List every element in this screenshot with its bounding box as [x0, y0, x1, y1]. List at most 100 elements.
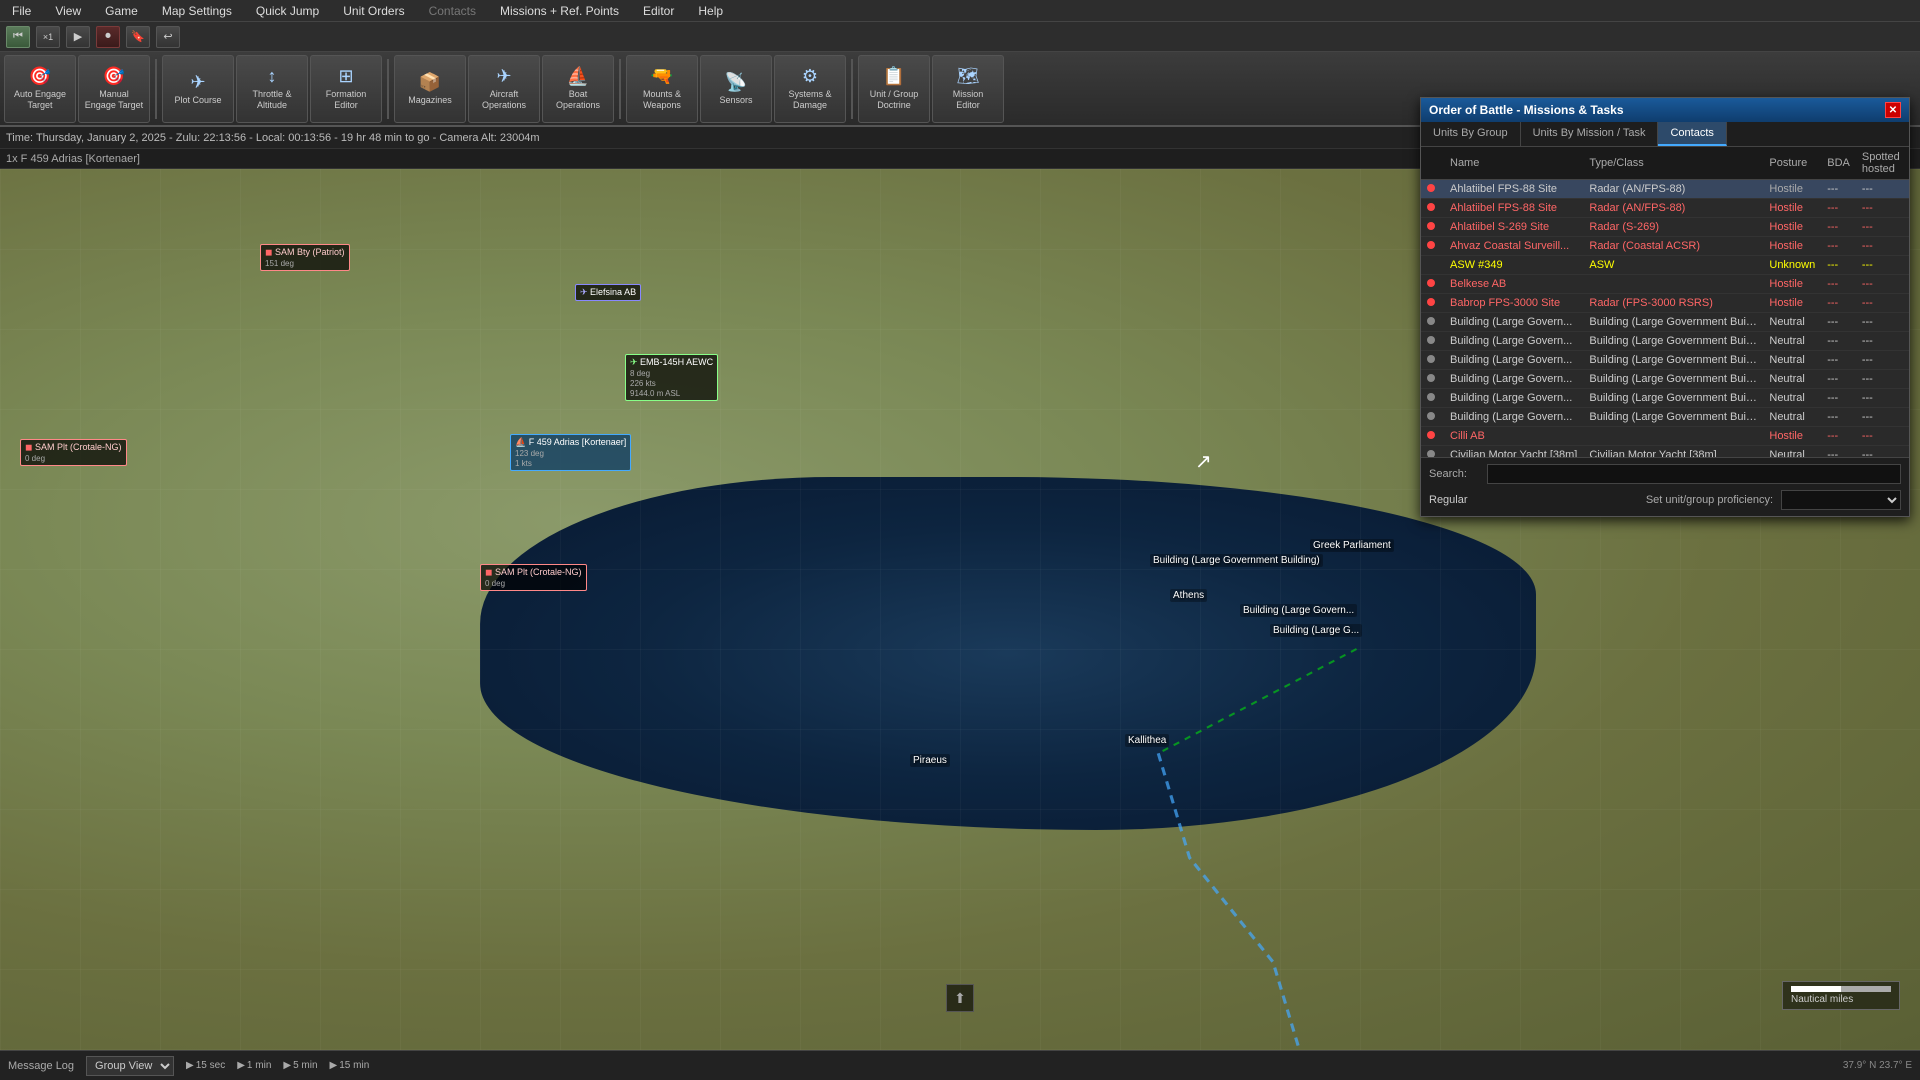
- row-name: Building (Large Govern...: [1444, 351, 1583, 370]
- row-type: Radar (FPS-3000 RSRS): [1583, 294, 1763, 313]
- formation-editor-button[interactable]: ⊞ FormationEditor: [310, 55, 382, 123]
- map-label-greek-parliament: Greek Parliament: [1310, 539, 1394, 552]
- record-button[interactable]: ⏺: [96, 26, 120, 48]
- menu-quick-jump[interactable]: Quick Jump: [252, 2, 323, 20]
- tab-contacts[interactable]: Contacts: [1658, 122, 1726, 146]
- unit-sam-crotale1[interactable]: ◼ SAM Plt (Crotale-NG) 0 deg: [20, 439, 127, 466]
- upload-button[interactable]: ⬆: [946, 984, 974, 1012]
- table-row[interactable]: ASW #349 ASW Unknown --- ---: [1421, 256, 1909, 275]
- proficiency-select[interactable]: Novice Regular Veteran Elite: [1781, 490, 1901, 510]
- auto-engage-button[interactable]: 🎯 Auto EngageTarget: [4, 55, 76, 123]
- row-indicator-cell: [1421, 256, 1444, 275]
- bottom-right: 37.9° N 23.7° E: [1843, 1060, 1912, 1071]
- unit-emb145[interactable]: ✈ EMB-145H AEWC 8 deg226 kts9144.0 m ASL: [625, 354, 718, 401]
- throttle-altitude-button[interactable]: ↕ Throttle &Altitude: [236, 55, 308, 123]
- systems-damage-button[interactable]: ⚙ Systems &Damage: [774, 55, 846, 123]
- table-row[interactable]: Ahvaz Coastal Surveill... Radar (Coastal…: [1421, 237, 1909, 256]
- row-posture: Hostile: [1763, 180, 1821, 199]
- table-row[interactable]: Belkese AB Hostile --- ---: [1421, 275, 1909, 294]
- table-row[interactable]: Ahlatiibel S-269 Site Radar (S-269) Host…: [1421, 218, 1909, 237]
- aircraft-ops-icon: ✈: [496, 66, 511, 87]
- menu-bar: File View Game Map Settings Quick Jump U…: [0, 0, 1920, 22]
- menu-editor[interactable]: Editor: [639, 2, 678, 20]
- menu-missions[interactable]: Missions + Ref. Points: [496, 2, 623, 20]
- row-spotted: ---: [1856, 180, 1909, 199]
- table-row[interactable]: Babrop FPS-3000 Site Radar (FPS-3000 RSR…: [1421, 294, 1909, 313]
- table-row[interactable]: Building (Large Govern... Building (Larg…: [1421, 351, 1909, 370]
- row-spotted: ---: [1856, 218, 1909, 237]
- tab-units-by-mission[interactable]: Units By Mission / Task: [1521, 122, 1659, 146]
- table-row[interactable]: Building (Large Govern... Building (Larg…: [1421, 332, 1909, 351]
- manual-engage-label: ManualEngage Target: [85, 89, 143, 111]
- table-row[interactable]: Civilian Motor Yacht [38m] Civilian Moto…: [1421, 446, 1909, 458]
- play-button[interactable]: ▶: [66, 26, 90, 48]
- speed-label: ×1: [43, 32, 53, 42]
- oob-tabs: Units By Group Units By Mission / Task C…: [1421, 122, 1909, 147]
- unit-doctrine-button[interactable]: 📋 Unit / GroupDoctrine: [858, 55, 930, 123]
- mounts-weapons-button[interactable]: 🔫 Mounts &Weapons: [626, 55, 698, 123]
- timestep-5min[interactable]: ▶ 5 min: [283, 1060, 317, 1071]
- timestep-15sec[interactable]: ▶ 15 sec: [186, 1060, 225, 1071]
- mission-editor-button[interactable]: 🗺 MissionEditor: [932, 55, 1004, 123]
- selected-unit-label: 1x F 459 Adrias [Kortenaer]: [6, 153, 140, 165]
- row-posture: Neutral: [1763, 446, 1821, 458]
- row-bda: ---: [1821, 351, 1856, 370]
- menu-view[interactable]: View: [51, 2, 85, 20]
- timestep-1min[interactable]: ▶ 1 min: [237, 1060, 271, 1071]
- row-posture: Neutral: [1763, 370, 1821, 389]
- menu-game[interactable]: Game: [101, 2, 142, 20]
- label-15min: 15 min: [339, 1060, 369, 1071]
- row-posture: Hostile: [1763, 237, 1821, 256]
- unit-elefsina[interactable]: ✈ Elefsina AB: [575, 284, 641, 301]
- row-bda: ---: [1821, 446, 1856, 458]
- view-select[interactable]: Group View Unit View: [86, 1056, 174, 1076]
- rewind-button[interactable]: ⏮: [6, 26, 30, 48]
- oob-title: Order of Battle - Missions & Tasks: [1429, 103, 1624, 117]
- table-row[interactable]: Building (Large Govern... Building (Larg…: [1421, 313, 1909, 332]
- unit-f459[interactable]: ⛵ F 459 Adrias [Kortenaer] 123 deg1 kts: [510, 434, 631, 471]
- sensors-button[interactable]: 📡 Sensors: [700, 55, 772, 123]
- row-posture: Neutral: [1763, 389, 1821, 408]
- search-input[interactable]: [1487, 464, 1901, 484]
- row-type: Building (Large Government Building): [1583, 351, 1763, 370]
- row-spotted: ---: [1856, 256, 1909, 275]
- aircraft-ops-button[interactable]: ✈ AircraftOperations: [468, 55, 540, 123]
- mission-editor-label: MissionEditor: [953, 89, 984, 111]
- row-type: Radar (AN/FPS-88): [1583, 199, 1763, 218]
- row-posture: Hostile: [1763, 199, 1821, 218]
- menu-contacts[interactable]: Contacts: [425, 2, 480, 20]
- unit-sam-crotale2[interactable]: ◼ SAM Plt (Crotale-NG) 0 deg: [480, 564, 587, 591]
- bottom-left: Message Log Group View Unit View ▶ 15 se…: [8, 1056, 369, 1076]
- table-row[interactable]: Building (Large Govern... Building (Larg…: [1421, 408, 1909, 427]
- table-row[interactable]: Building (Large Govern... Building (Larg…: [1421, 389, 1909, 408]
- table-row[interactable]: Cilli AB Hostile --- ---: [1421, 427, 1909, 446]
- oob-close-button[interactable]: ✕: [1885, 102, 1901, 118]
- undo-button[interactable]: ↩: [156, 26, 180, 48]
- menu-unit-orders[interactable]: Unit Orders: [339, 2, 408, 20]
- table-row[interactable]: Ahlatiibel FPS-88 Site Radar (AN/FPS-88)…: [1421, 199, 1909, 218]
- manual-engage-button[interactable]: 🎯 ManualEngage Target: [78, 55, 150, 123]
- row-posture: Hostile: [1763, 427, 1821, 446]
- unit-sam-patriot[interactable]: ◼ SAM Bty (Patriot) 151 deg: [260, 244, 350, 271]
- bookmark-button[interactable]: 🔖: [126, 26, 150, 48]
- plot-course-button[interactable]: ✈ Plot Course: [162, 55, 234, 123]
- toolbar-separator-2: [387, 59, 389, 119]
- row-posture: Neutral: [1763, 351, 1821, 370]
- message-log-label[interactable]: Message Log: [8, 1060, 74, 1072]
- row-indicator-cell: [1421, 389, 1444, 408]
- menu-help[interactable]: Help: [694, 2, 727, 20]
- oob-table-container[interactable]: Name Type/Class Posture BDA Spotted host…: [1421, 147, 1909, 457]
- menu-map-settings[interactable]: Map Settings: [158, 2, 236, 20]
- tab-units-by-group[interactable]: Units By Group: [1421, 122, 1521, 146]
- menu-file[interactable]: File: [8, 2, 35, 20]
- col-posture: Posture: [1763, 147, 1821, 180]
- boat-ops-button[interactable]: ⛵ BoatOperations: [542, 55, 614, 123]
- row-spotted: ---: [1856, 351, 1909, 370]
- row-name: Cilli AB: [1444, 427, 1583, 446]
- play-icon-15m: ▶: [330, 1060, 338, 1071]
- magazines-button[interactable]: 📦 Magazines: [394, 55, 466, 123]
- table-row[interactable]: Building (Large Govern... Building (Larg…: [1421, 370, 1909, 389]
- table-row[interactable]: Ahlatiibel FPS-88 Site Radar (AN/FPS-88)…: [1421, 180, 1909, 199]
- timestep-15min[interactable]: ▶ 15 min: [330, 1060, 370, 1071]
- proficiency-value: Regular: [1429, 494, 1638, 506]
